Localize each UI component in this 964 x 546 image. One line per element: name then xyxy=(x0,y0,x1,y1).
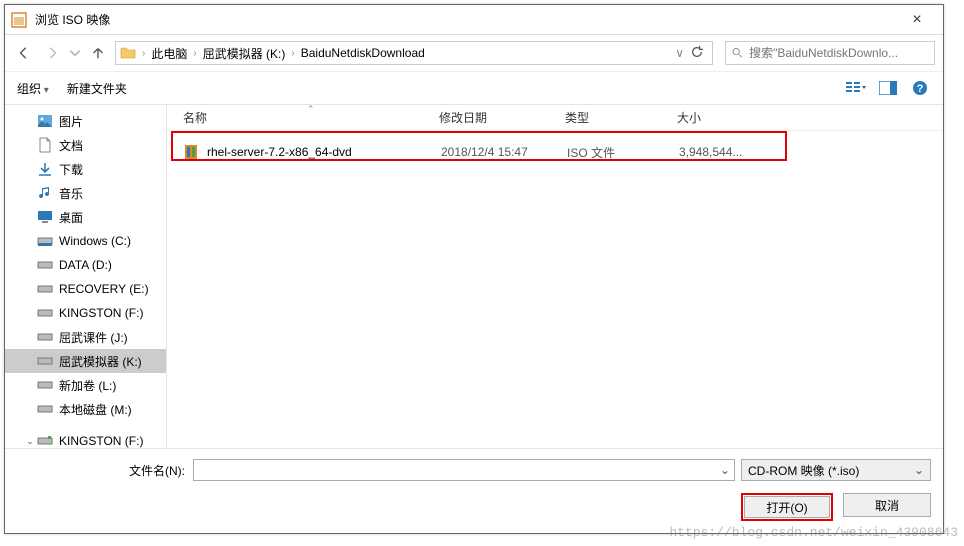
drive-icon xyxy=(37,401,53,417)
sidebar-item-drive-j[interactable]: 屈武课件 (J:) xyxy=(5,325,166,349)
file-type-filter[interactable]: CD-ROM 映像 (*.iso) ⌄ xyxy=(741,459,931,481)
drive-icon xyxy=(37,281,53,297)
sidebar-item-drive-f[interactable]: KINGSTON (F:) xyxy=(5,301,166,325)
bottom-panel: 文件名(N): ⌄ CD-ROM 映像 (*.iso) ⌄ 打开(O) 取消 xyxy=(5,448,943,533)
filename-label: 文件名(N): xyxy=(17,462,193,479)
sidebar-label: 屈武课件 (J:) xyxy=(59,329,128,346)
app-icon xyxy=(11,12,27,28)
col-modified[interactable]: 修改日期 xyxy=(439,109,565,126)
sidebar-item-drive-k[interactable]: 屈武模拟器 (K:) xyxy=(5,349,166,373)
file-name: rhel-server-7.2-x86_64-dvd xyxy=(207,145,441,159)
sidebar-item-drive-c[interactable]: Windows (C:) xyxy=(5,229,166,253)
back-button[interactable] xyxy=(13,42,35,64)
col-type[interactable]: 类型 xyxy=(565,109,677,126)
file-list: rhel-server-7.2-x86_64-dvd 2018/12/4 15:… xyxy=(167,131,943,169)
sidebar-label: RECOVERY (E:) xyxy=(59,282,149,296)
breadcrumb-dropdown[interactable]: ∨ xyxy=(673,46,686,60)
sidebar-label: 屈武模拟器 (K:) xyxy=(59,353,142,370)
breadcrumb-seg[interactable]: BaiduNetdiskDownload xyxy=(297,46,429,60)
sidebar-item-drive-d[interactable]: DATA (D:) xyxy=(5,253,166,277)
open-button[interactable]: 打开(O) xyxy=(744,496,830,518)
col-size[interactable]: 大小 xyxy=(677,109,777,126)
main-area: 图片 文档 下载 音乐 桌面 Windows (C:) DATA (D:) RE… xyxy=(5,105,943,448)
desktop-icon xyxy=(37,209,53,225)
sidebar-label: 文档 xyxy=(59,137,83,154)
music-icon xyxy=(37,185,53,201)
up-button[interactable] xyxy=(87,42,109,64)
preview-pane-button[interactable] xyxy=(877,79,899,97)
chevron-right-icon[interactable]: › xyxy=(289,48,296,59)
expand-icon[interactable]: ⌄ xyxy=(25,436,35,447)
sidebar-item-downloads[interactable]: 下载 xyxy=(5,157,166,181)
titlebar: 浏览 ISO 映像 × xyxy=(5,5,943,35)
search-box[interactable] xyxy=(725,41,935,65)
sidebar-item-drive-l[interactable]: 新加卷 (L:) xyxy=(5,373,166,397)
sidebar-label: KINGSTON (F:) xyxy=(59,306,143,320)
filter-label: CD-ROM 映像 (*.iso) xyxy=(748,462,914,479)
filename-input[interactable] xyxy=(198,462,730,478)
forward-button[interactable] xyxy=(41,42,63,64)
organize-menu[interactable]: 组织 xyxy=(17,80,49,97)
sidebar-label: KINGSTON (F:) xyxy=(59,434,143,448)
filename-field[interactable] xyxy=(193,459,735,481)
svg-text:?: ? xyxy=(917,83,924,95)
help-button[interactable]: ? xyxy=(909,79,931,97)
chevron-right-icon[interactable]: › xyxy=(191,48,198,59)
file-size: 3,948,544... xyxy=(679,145,779,159)
sidebar-label: 图片 xyxy=(59,113,83,130)
close-button[interactable]: × xyxy=(897,11,937,29)
drive-icon xyxy=(37,305,53,321)
breadcrumb-seg[interactable]: 此电脑 xyxy=(147,45,191,62)
toolbar: 组织 新建文件夹 ? xyxy=(5,71,943,105)
sidebar-label: 本地磁盘 (M:) xyxy=(59,401,132,418)
drive-icon xyxy=(37,233,53,249)
drive-icon xyxy=(37,353,53,369)
sidebar-label: 音乐 xyxy=(59,185,83,202)
refresh-button[interactable] xyxy=(686,45,708,62)
file-modified: 2018/12/4 15:47 xyxy=(441,145,567,159)
drive-icon xyxy=(37,329,53,345)
annotation-highlight: 打开(O) xyxy=(741,493,833,521)
sidebar-label: Windows (C:) xyxy=(59,234,131,248)
filename-dropdown[interactable]: ⌄ xyxy=(717,463,733,477)
nav-row: › 此电脑 › 屈武模拟器 (K:) › BaiduNetdiskDownloa… xyxy=(5,35,943,71)
file-type: ISO 文件 xyxy=(567,144,679,161)
sidebar-label: DATA (D:) xyxy=(59,258,112,272)
sidebar-item-pictures[interactable]: 图片 xyxy=(5,109,166,133)
sidebar-item-drive-m[interactable]: 本地磁盘 (M:) xyxy=(5,397,166,421)
view-options-button[interactable] xyxy=(845,79,867,97)
chevron-down-icon: ⌄ xyxy=(914,463,924,477)
sidebar-group-kingston[interactable]: ⌄ KINGSTON (F:) xyxy=(5,429,166,448)
downloads-icon xyxy=(37,161,53,177)
new-folder-button[interactable]: 新建文件夹 xyxy=(67,80,127,97)
drive-icon xyxy=(37,377,53,393)
pictures-icon xyxy=(37,113,53,129)
file-pane: 名称 修改日期 类型 大小 ⌃ rhel-server-7.2-x86_64-d… xyxy=(167,105,943,448)
file-row[interactable]: rhel-server-7.2-x86_64-dvd 2018/12/4 15:… xyxy=(171,141,939,163)
iso-file-icon xyxy=(183,144,199,160)
sidebar-item-documents[interactable]: 文档 xyxy=(5,133,166,157)
sidebar-label: 新加卷 (L:) xyxy=(59,377,116,394)
column-headers[interactable]: 名称 修改日期 类型 大小 ⌃ xyxy=(167,105,943,131)
breadcrumb-seg[interactable]: 屈武模拟器 (K:) xyxy=(199,45,290,62)
recent-dropdown[interactable] xyxy=(69,42,81,64)
folder-icon xyxy=(120,45,136,61)
sidebar-item-drive-e[interactable]: RECOVERY (E:) xyxy=(5,277,166,301)
sort-indicator-icon: ⌃ xyxy=(307,104,315,115)
documents-icon xyxy=(37,137,53,153)
sidebar-label: 下载 xyxy=(59,161,83,178)
usb-drive-icon xyxy=(37,433,53,448)
dialog-title: 浏览 ISO 映像 xyxy=(35,11,897,28)
cancel-button[interactable]: 取消 xyxy=(843,493,931,517)
sidebar-label: 桌面 xyxy=(59,209,83,226)
sidebar: 图片 文档 下载 音乐 桌面 Windows (C:) DATA (D:) RE… xyxy=(5,105,167,448)
sidebar-item-music[interactable]: 音乐 xyxy=(5,181,166,205)
open-file-dialog: 浏览 ISO 映像 × › 此电脑 › 屈武模拟器 (K:) › BaiduNe… xyxy=(4,4,944,534)
search-icon xyxy=(732,47,743,59)
drive-icon xyxy=(37,257,53,273)
sidebar-item-desktop[interactable]: 桌面 xyxy=(5,205,166,229)
breadcrumb[interactable]: › 此电脑 › 屈武模拟器 (K:) › BaiduNetdiskDownloa… xyxy=(115,41,713,65)
chevron-right-icon[interactable]: › xyxy=(140,48,147,59)
search-input[interactable] xyxy=(747,45,928,61)
